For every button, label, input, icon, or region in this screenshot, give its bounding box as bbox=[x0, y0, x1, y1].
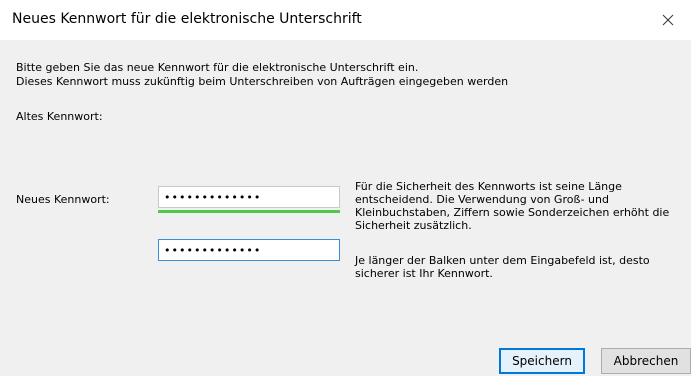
new-password-label: Neues Kennwort: bbox=[16, 193, 110, 206]
dialog-content: Bitte geben Sie das neue Kennwort für di… bbox=[0, 40, 691, 376]
old-password-label: Altes Kennwort: bbox=[16, 110, 103, 123]
confirm-password-input[interactable]: ••••••••••••• bbox=[158, 239, 340, 261]
window-title: Neues Kennwort für die elektronische Unt… bbox=[12, 11, 362, 27]
password-strength-fill bbox=[158, 210, 340, 213]
password-dialog: Neues Kennwort für die elektronische Unt… bbox=[0, 0, 691, 376]
password-strength-bar bbox=[158, 210, 340, 213]
new-password-input[interactable]: ••••••••••••• bbox=[158, 186, 340, 208]
close-button[interactable] bbox=[645, 0, 691, 40]
title-bar: Neues Kennwort für die elektronische Unt… bbox=[0, 0, 691, 40]
save-button[interactable]: Speichern bbox=[499, 348, 585, 374]
security-hint: Für die Sicherheit des Kennworts ist sei… bbox=[355, 180, 670, 232]
strength-bar-hint: Je länger der Balken unter dem Eingabefe… bbox=[355, 254, 650, 280]
intro-text: Bitte geben Sie das neue Kennwort für di… bbox=[16, 61, 508, 89]
intro-line-2: Dieses Kennwort muss zukünftig beim Unte… bbox=[16, 75, 509, 88]
close-icon bbox=[662, 14, 674, 26]
cancel-button[interactable]: Abbrechen bbox=[601, 348, 691, 374]
intro-line-1: Bitte geben Sie das neue Kennwort für di… bbox=[16, 61, 419, 74]
